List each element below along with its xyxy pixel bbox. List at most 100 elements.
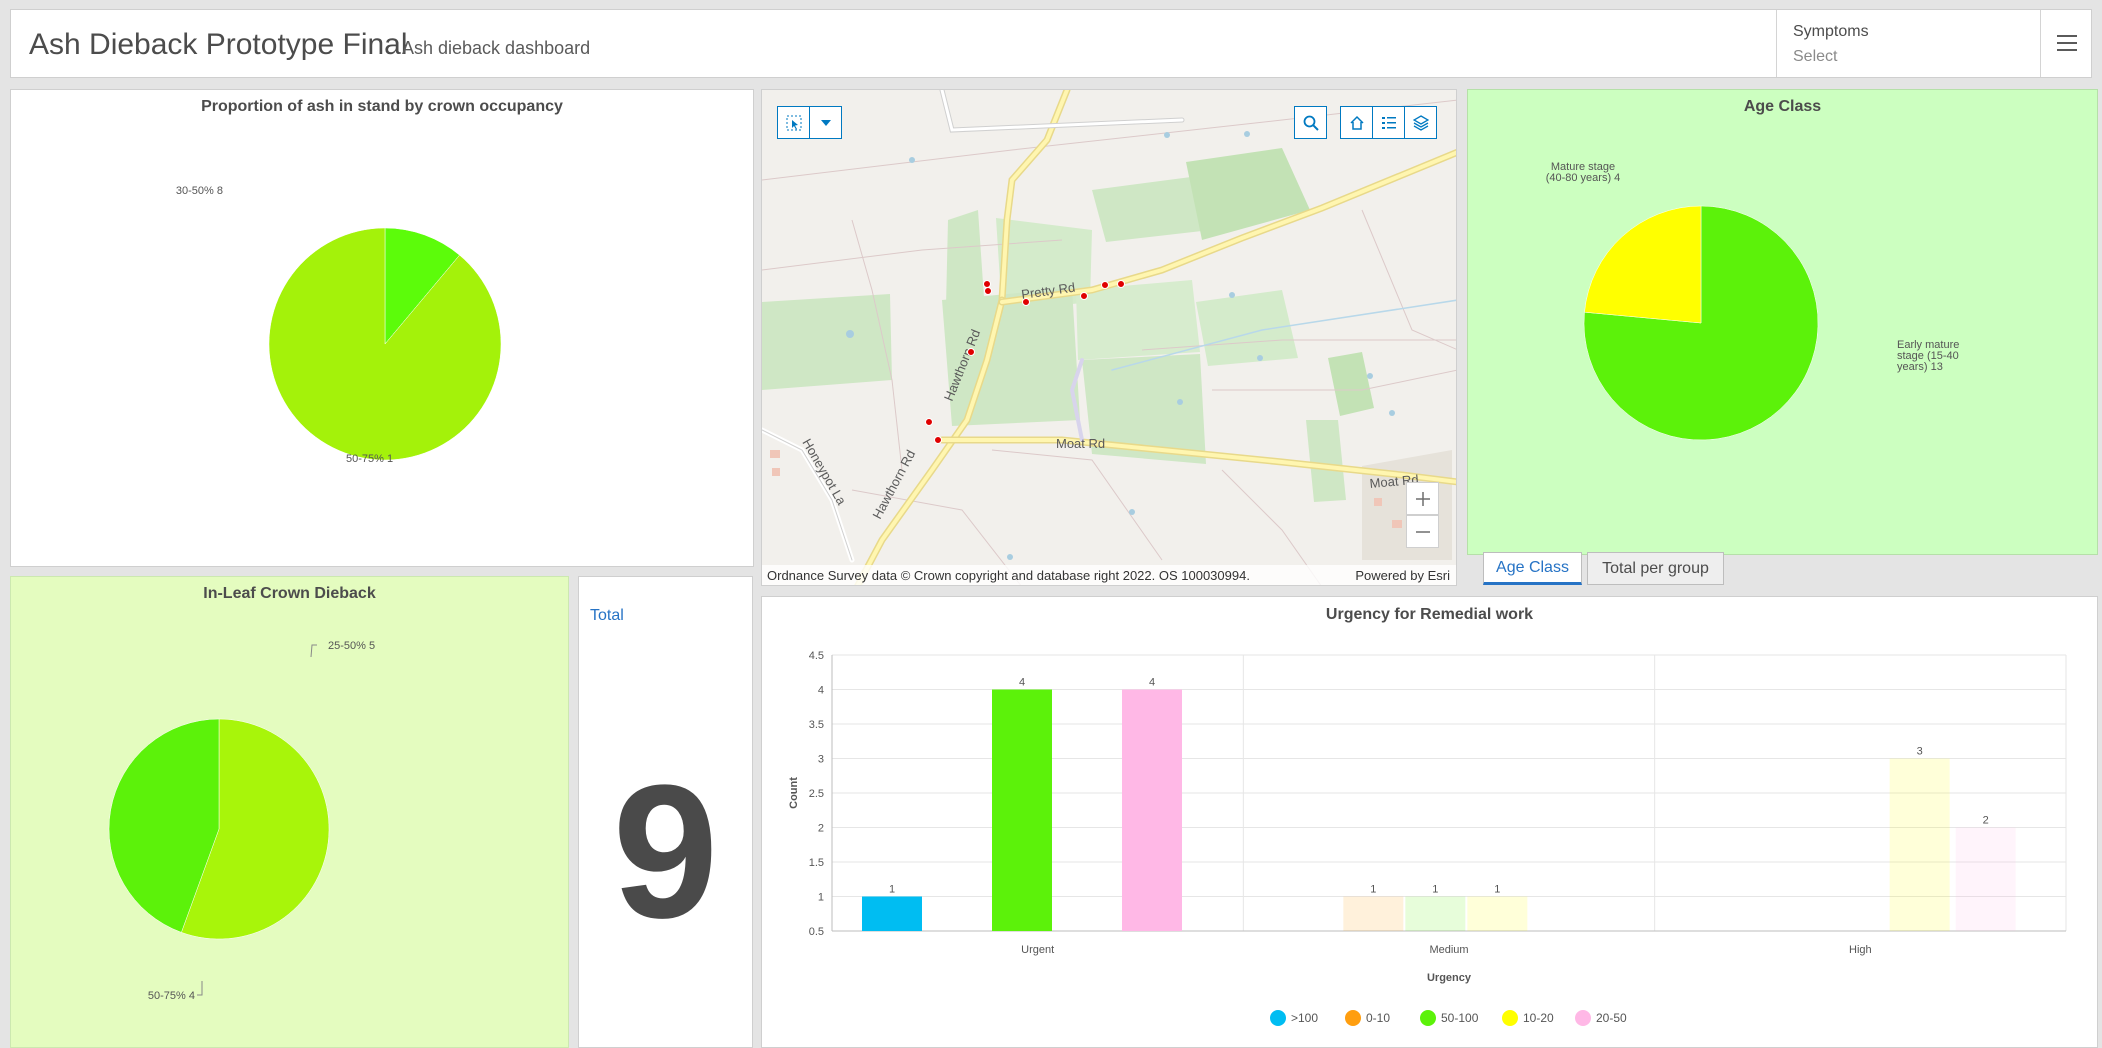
bar-data-label: 1 [1370, 884, 1376, 896]
y-axis-label: Count [788, 777, 800, 809]
map-point[interactable] [1101, 281, 1109, 289]
select-tool-icon[interactable] [777, 106, 810, 139]
road-label: Moat Rd [1056, 436, 1105, 451]
legend-item[interactable]: 50-100 [1420, 1010, 1478, 1026]
bar[interactable] [992, 689, 1052, 932]
bar-data-label: 4 [1019, 677, 1025, 689]
y-tick-label: 4 [818, 685, 824, 697]
map-panel[interactable]: Pretty Rd Hawthorn Rd Moat Rd Honeypot L… [761, 89, 1457, 586]
map-point[interactable] [1117, 280, 1125, 288]
crown-occupancy-pie: 30-50% 8 50-75% 1 [176, 185, 502, 465]
app-title: Ash Dieback Prototype Final [29, 28, 408, 61]
powered-by[interactable]: Powered by Esri [1355, 568, 1450, 583]
map-point[interactable] [984, 287, 992, 295]
map-point[interactable] [967, 348, 975, 356]
slice-label: years) 13 [1897, 361, 1943, 373]
home-icon[interactable] [1340, 106, 1373, 139]
y-tick-label: 3.5 [809, 719, 824, 731]
bar[interactable] [1405, 896, 1466, 932]
bar[interactable] [862, 896, 922, 932]
search-icon[interactable] [1294, 106, 1327, 139]
y-tick-label: 3 [818, 754, 824, 766]
legend-label: 50-100 [1441, 1011, 1479, 1025]
legend-item[interactable]: 0-10 [1345, 1010, 1390, 1026]
map-point[interactable] [934, 436, 942, 444]
slice-label: 25-50% 5 [328, 640, 375, 652]
legend-swatch [1345, 1010, 1361, 1026]
age-class-chart-panel: Age Class Early mature stage (15-40 years)… [1467, 89, 2098, 555]
legend-icon[interactable] [1372, 106, 1405, 139]
chart-title: Proportion of ash in stand by crown occu… [201, 98, 563, 115]
legend-swatch [1270, 1010, 1286, 1026]
bar[interactable] [1343, 896, 1404, 932]
bar-data-label: 1 [1432, 884, 1438, 896]
legend-label: 0-10 [1366, 1011, 1391, 1025]
in-leaf-dieback-pie: 25-50% 5 50-75% 4 [108, 640, 375, 1002]
y-tick-label: 0.5 [809, 926, 824, 938]
bar[interactable] [1889, 758, 1950, 932]
layers-icon[interactable] [1404, 106, 1437, 139]
symptoms-selector-value[interactable]: Select [1793, 48, 1837, 66]
map-point[interactable] [1022, 298, 1030, 306]
legend-label: >100 [1291, 1011, 1319, 1025]
age-class-pie: Early maturestage (15-40years) 13Mature … [1546, 161, 1959, 441]
total-indicator: Total 9 [578, 576, 753, 1048]
x-axis-label: Urgency [1427, 972, 1472, 984]
x-tick-label: Urgent [1021, 944, 1054, 956]
bar-data-label: 1 [889, 884, 895, 896]
bar-data-label: 4 [1149, 677, 1155, 689]
chart-title: In-Leaf Crown Dieback [203, 585, 376, 602]
crown-occupancy-chart-panel: Proportion of ash in stand by crown occu… [10, 89, 754, 567]
bar-data-label: 2 [1983, 815, 1989, 827]
total-label: Total [590, 607, 624, 624]
pie-slice[interactable] [1584, 205, 1702, 324]
in-leaf-dieback-chart-panel: In-Leaf Crown Dieback 25-50% 5 50-75% 4 [10, 576, 569, 1048]
zoom-out-icon[interactable] [1406, 515, 1439, 548]
legend-swatch [1420, 1010, 1436, 1026]
tab-total-per-group[interactable]: Total per group [1587, 552, 1724, 585]
hamburger-menu-icon[interactable] [2040, 10, 2091, 77]
slice-label: (40-80 years) 4 [1546, 172, 1621, 184]
bar[interactable] [1467, 896, 1528, 932]
dashboard-header: Ash Dieback Prototype Final Ash dieback … [10, 9, 2092, 78]
map-attribution: Ordnance Survey data © Crown copyright a… [767, 568, 1250, 583]
map-point[interactable] [983, 280, 991, 288]
slice-label: 50-75% 1 [346, 453, 393, 465]
pie-slice[interactable] [268, 227, 502, 461]
bar[interactable] [1955, 827, 2016, 932]
bar-data-label: 3 [1917, 746, 1923, 758]
y-tick-label: 1 [818, 892, 824, 904]
legend-label: 10-20 [1523, 1011, 1554, 1025]
y-tick-label: 2.5 [809, 788, 824, 800]
slice-label: 50-75% 4 [148, 990, 195, 1002]
legend-swatch [1575, 1010, 1591, 1026]
total-value: 9 [612, 746, 719, 958]
legend-item[interactable]: 10-20 [1502, 1010, 1554, 1026]
urgency-bar-chart: 4.5 4 3.5 3 2.5 2 1.5 1 0.5 Urgent Medium High Urgen… [788, 650, 2067, 984]
basemap[interactable]: Pretty Rd Hawthorn Rd Moat Rd Honeypot L… [762, 90, 1457, 586]
x-tick-label: Medium [1429, 944, 1468, 956]
app-subtitle: Ash dieback dashboard [402, 38, 591, 58]
y-tick-label: 4.5 [809, 650, 824, 662]
map-attribution-bar: Ordnance Survey data © Crown copyright a… [762, 565, 1456, 585]
tab-age-class[interactable]: Age Class [1483, 552, 1582, 585]
y-tick-label: 1.5 [809, 857, 824, 869]
zoom-in-icon[interactable] [1406, 482, 1439, 515]
symptoms-selector-label: Symptoms [1793, 23, 1869, 40]
slice-label: 30-50% 8 [176, 185, 223, 197]
bar-data-label: 1 [1494, 884, 1500, 896]
symptoms-selector[interactable]: Symptoms Select [1776, 10, 2040, 77]
legend-swatch [1502, 1010, 1518, 1026]
y-tick-label: 2 [818, 823, 824, 835]
map-point[interactable] [1080, 292, 1088, 300]
map-point[interactable] [925, 418, 933, 426]
legend-label: 20-50 [1596, 1011, 1627, 1025]
dropdown-icon[interactable] [809, 106, 842, 139]
urgency-chart-panel: Urgency for Remedial work 4.5 4 3.5 3 2.5 2 1.… [761, 596, 2098, 1048]
x-tick-label: High [1849, 944, 1872, 956]
chart-title: Age Class [1743, 98, 1822, 115]
bar[interactable] [1122, 689, 1182, 932]
legend-item[interactable]: 20-50 [1575, 1010, 1627, 1026]
legend-item[interactable]: >100 [1270, 1010, 1318, 1026]
chart-title: Urgency for Remedial work [1325, 606, 1534, 623]
